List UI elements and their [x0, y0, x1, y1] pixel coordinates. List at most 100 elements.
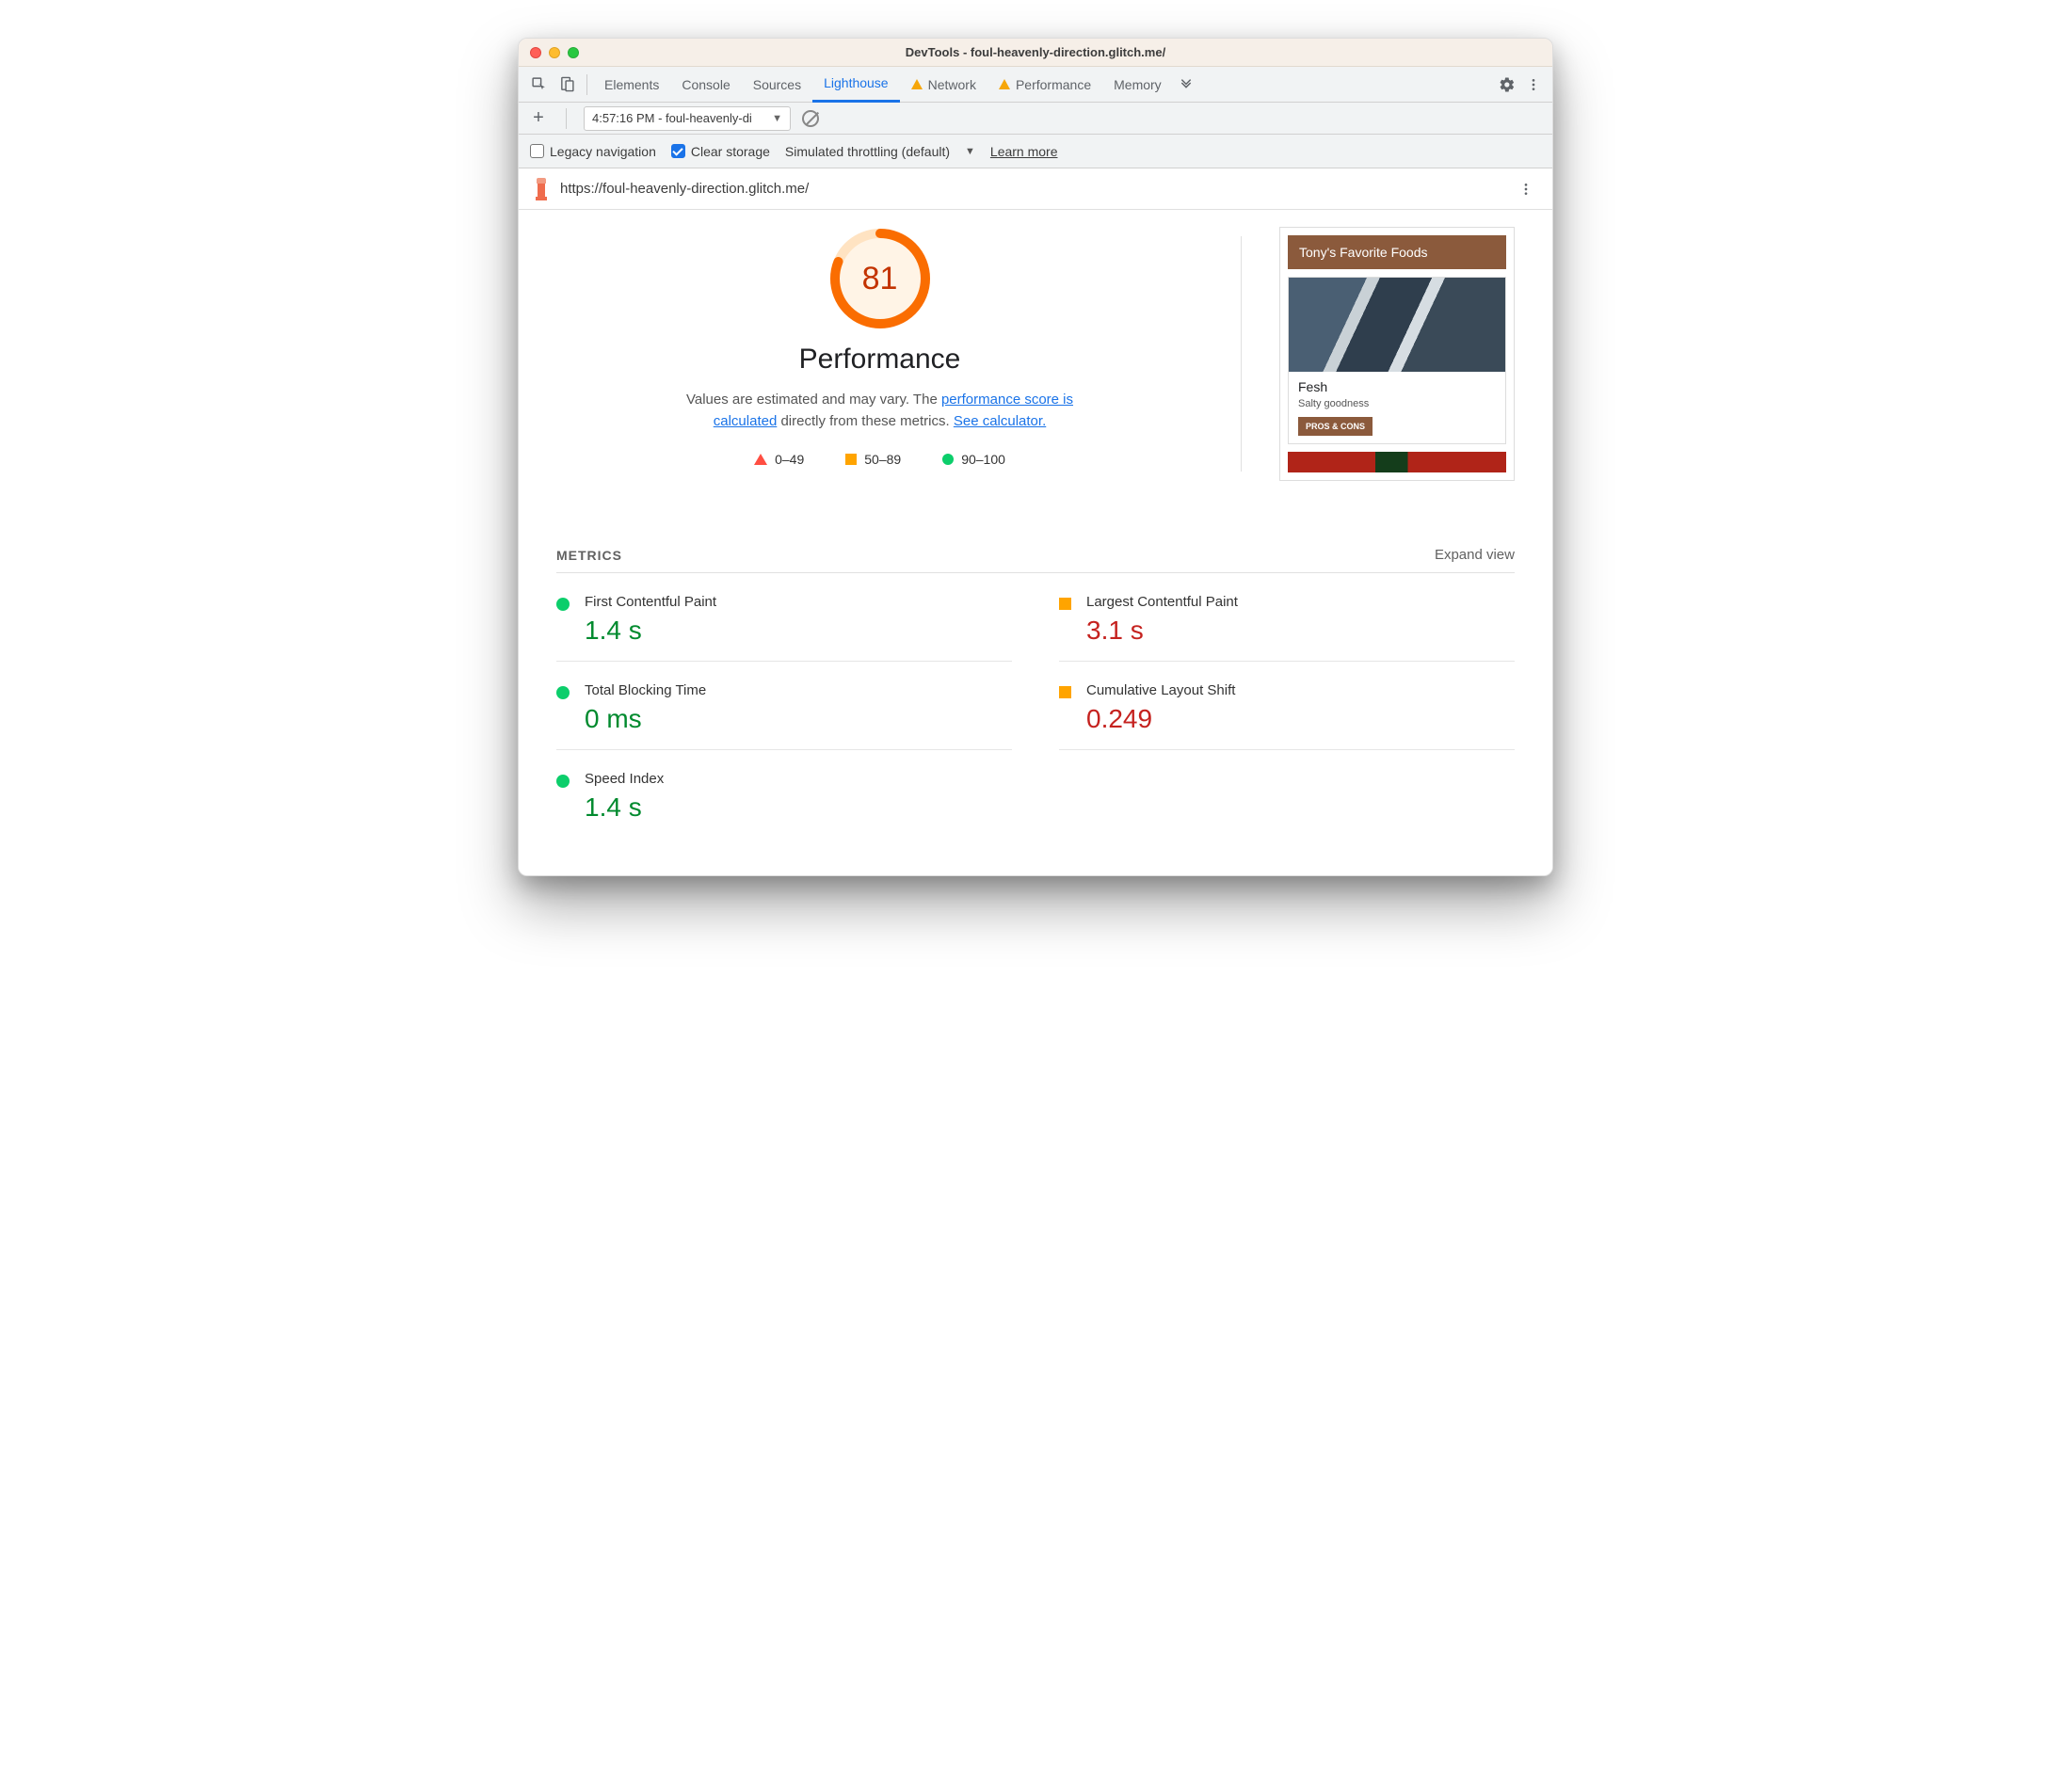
report-selector-label: 4:57:16 PM - foul-heavenly-di — [592, 111, 752, 125]
legend-bad: 0–49 — [754, 452, 804, 467]
expand-view-button[interactable]: Expand view — [1435, 547, 1515, 563]
devtools-tabbar: Elements Console Sources Lighthouse Netw… — [519, 67, 1552, 103]
throttling-select[interactable]: Simulated throttling (default) ▼ — [785, 144, 975, 159]
more-tabs-icon[interactable] — [1173, 72, 1199, 98]
metric-lcp[interactable]: Largest Contentful Paint 3.1 s — [1059, 573, 1515, 662]
tab-label: Sources — [753, 77, 801, 92]
tab-label: Lighthouse — [824, 75, 889, 90]
preview-image-2 — [1288, 452, 1506, 472]
status-square-icon — [1059, 686, 1071, 698]
checkbox-checked[interactable] — [671, 144, 685, 158]
page-screenshot-preview: Tony's Favorite Foods Fesh Salty goodnes… — [1279, 227, 1515, 481]
metric-value: 1.4 s — [585, 616, 716, 646]
preview-image — [1289, 278, 1505, 372]
preview-card-subtitle: Salty goodness — [1298, 398, 1496, 409]
inspect-icon[interactable] — [524, 71, 553, 99]
tab-lighthouse[interactable]: Lighthouse — [812, 67, 900, 103]
lighthouse-toolbar: + 4:57:16 PM - foul-heavenly-di ▼ — [519, 103, 1552, 135]
preview-card-title: Fesh — [1298, 379, 1496, 394]
audited-url: https://foul-heavenly-direction.glitch.m… — [560, 181, 1503, 197]
square-icon — [845, 454, 857, 465]
learn-more-link[interactable]: Learn more — [990, 144, 1058, 159]
metric-value: 0 ms — [585, 704, 706, 734]
legend-good: 90–100 — [942, 452, 1005, 467]
tab-label: Console — [682, 77, 730, 92]
desc-text: Values are estimated and may vary. The — [686, 392, 941, 408]
warning-icon — [999, 79, 1010, 89]
metric-label: Largest Contentful Paint — [1086, 594, 1238, 610]
metrics-heading: METRICS — [556, 548, 622, 563]
checkbox-unchecked[interactable] — [530, 144, 544, 158]
clear-reports-icon[interactable] — [802, 110, 819, 127]
tab-label: Performance — [1016, 77, 1091, 92]
tab-console[interactable]: Console — [670, 67, 741, 103]
score-panel: 81 Performance Values are estimated and … — [556, 227, 1203, 481]
legacy-nav-option[interactable]: Legacy navigation — [530, 144, 656, 159]
lighthouse-report: 81 Performance Values are estimated and … — [519, 210, 1552, 875]
new-report-button[interactable]: + — [528, 107, 549, 129]
separator — [586, 74, 587, 95]
window-title: DevTools - foul-heavenly-direction.glitc… — [519, 45, 1552, 59]
preview-header: Tony's Favorite Foods — [1288, 235, 1506, 269]
legend-label: 0–49 — [775, 452, 804, 467]
titlebar: DevTools - foul-heavenly-direction.glitc… — [519, 39, 1552, 67]
legend-label: 50–89 — [864, 452, 901, 467]
performance-description: Values are estimated and may vary. The p… — [682, 389, 1078, 433]
tab-label: Elements — [604, 77, 659, 92]
metric-label: Cumulative Layout Shift — [1086, 682, 1235, 698]
tab-memory[interactable]: Memory — [1102, 67, 1173, 103]
metric-label: Total Blocking Time — [585, 682, 706, 698]
warning-icon — [911, 79, 923, 89]
option-label: Clear storage — [691, 144, 770, 159]
metric-si[interactable]: Speed Index 1.4 s — [556, 750, 1012, 838]
separator — [566, 108, 567, 129]
lighthouse-options: Legacy navigation Clear storage Simulate… — [519, 135, 1552, 168]
preview-card: Fesh Salty goodness PROS & CONS — [1288, 277, 1506, 444]
metric-tbt[interactable]: Total Blocking Time 0 ms — [556, 662, 1012, 750]
performance-gauge[interactable]: 81 — [828, 227, 932, 330]
metric-value: 3.1 s — [1086, 616, 1238, 646]
lighthouse-logo-icon — [532, 178, 551, 200]
metric-value: 0.249 — [1086, 704, 1235, 734]
metrics-header: METRICS Expand view — [556, 547, 1515, 573]
legend-label: 90–100 — [961, 452, 1005, 467]
report-urlbar: https://foul-heavenly-direction.glitch.m… — [519, 168, 1552, 210]
devtools-window: DevTools - foul-heavenly-direction.glitc… — [518, 38, 1553, 876]
triangle-icon — [754, 454, 767, 465]
metrics-grid: First Contentful Paint 1.4 s Largest Con… — [556, 573, 1515, 838]
preview-card-button: PROS & CONS — [1298, 417, 1373, 436]
status-square-icon — [1059, 598, 1071, 610]
legend-mid: 50–89 — [845, 452, 901, 467]
metric-cls[interactable]: Cumulative Layout Shift 0.249 — [1059, 662, 1515, 750]
score-legend: 0–49 50–89 90–100 — [754, 452, 1005, 467]
clear-storage-option[interactable]: Clear storage — [671, 144, 770, 159]
more-options-icon[interactable] — [1520, 72, 1547, 98]
status-circle-icon — [556, 686, 570, 699]
device-toggle-icon[interactable] — [553, 71, 581, 99]
status-circle-icon — [556, 775, 570, 788]
panel-tabs: Elements Console Sources Lighthouse Netw… — [593, 67, 1199, 103]
metric-label: First Contentful Paint — [585, 594, 716, 610]
performance-heading: Performance — [799, 344, 961, 376]
tab-performance[interactable]: Performance — [987, 67, 1102, 103]
chevron-down-icon: ▼ — [772, 113, 782, 124]
vertical-divider — [1241, 236, 1242, 472]
tab-network[interactable]: Network — [900, 67, 987, 103]
calculator-link[interactable]: See calculator. — [954, 413, 1046, 429]
tab-sources[interactable]: Sources — [742, 67, 812, 103]
option-label: Legacy navigation — [550, 144, 656, 159]
settings-icon[interactable] — [1494, 72, 1520, 98]
circle-icon — [942, 454, 954, 465]
report-selector[interactable]: 4:57:16 PM - foul-heavenly-di ▼ — [584, 106, 791, 131]
tab-label: Network — [928, 77, 976, 92]
metric-label: Speed Index — [585, 771, 664, 787]
status-circle-icon — [556, 598, 570, 611]
performance-score: 81 — [828, 227, 932, 330]
metric-fcp[interactable]: First Contentful Paint 1.4 s — [556, 573, 1012, 662]
throttling-label: Simulated throttling (default) — [785, 144, 950, 159]
tab-elements[interactable]: Elements — [593, 67, 670, 103]
tab-label: Memory — [1114, 77, 1162, 92]
report-menu-icon[interactable] — [1513, 176, 1539, 202]
chevron-down-icon: ▼ — [965, 146, 975, 157]
desc-text: directly from these metrics. — [777, 413, 954, 429]
